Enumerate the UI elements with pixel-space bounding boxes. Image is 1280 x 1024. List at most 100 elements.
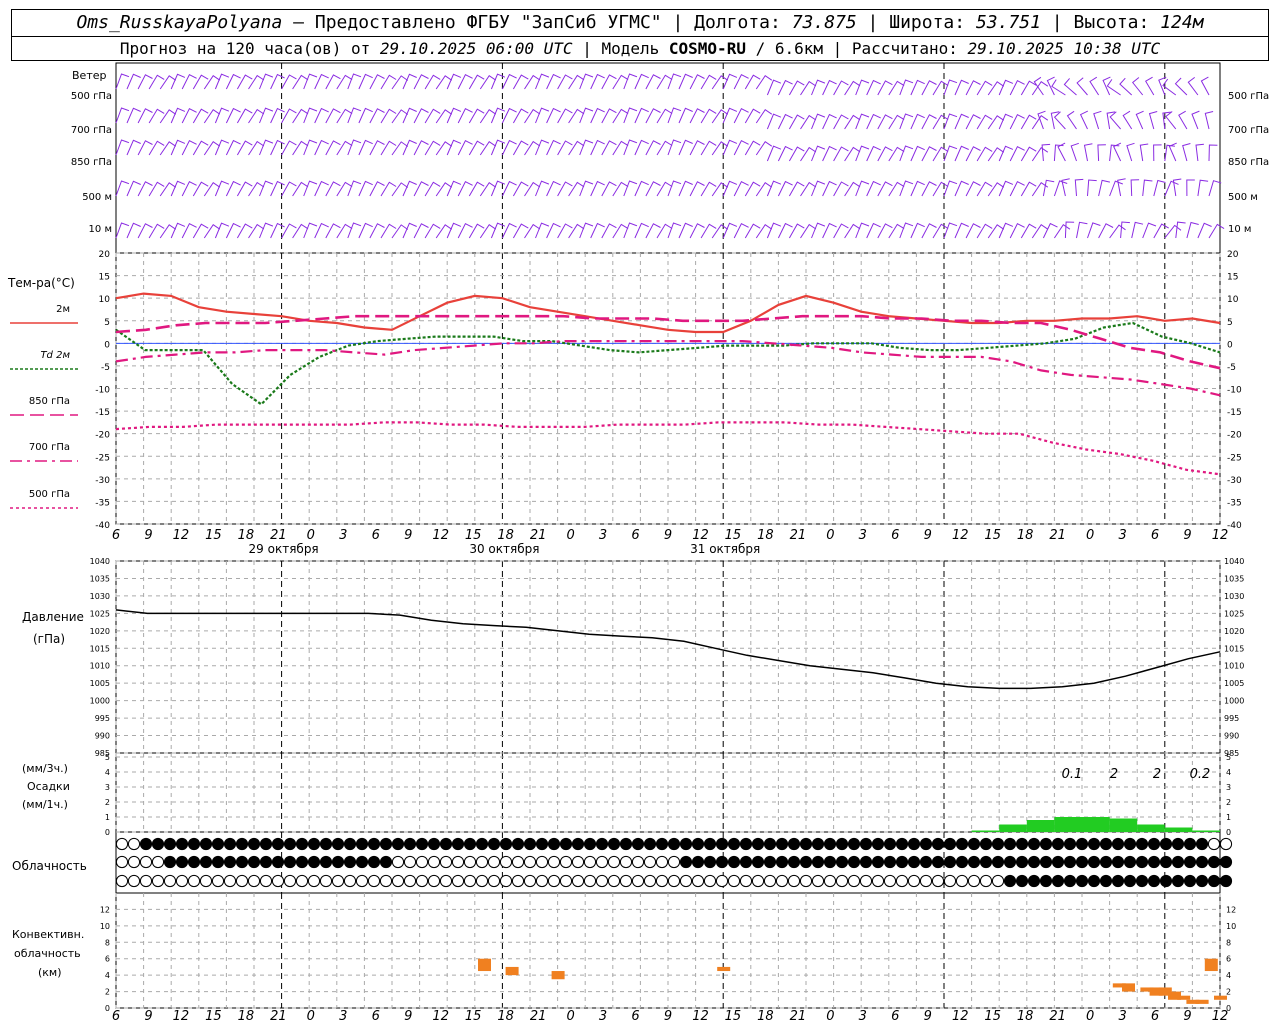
pressure-tick-label: 1015 bbox=[90, 644, 110, 653]
wind-barb bbox=[115, 222, 130, 239]
cloud-symbol bbox=[391, 855, 405, 869]
temp-tick-label-right: -25 bbox=[1227, 453, 1242, 463]
cloud-symbol bbox=[211, 874, 225, 888]
cloud-symbol bbox=[487, 874, 501, 888]
wind-barb bbox=[1135, 110, 1144, 130]
cloud-symbol bbox=[787, 855, 801, 869]
wind-barb bbox=[203, 182, 221, 197]
temp-tick-label-right: 20 bbox=[1227, 250, 1239, 260]
cloud-symbol bbox=[283, 855, 297, 869]
precip-tick-label-right: 5 bbox=[1226, 753, 1231, 762]
wind-barb bbox=[1102, 76, 1111, 96]
wind-barb bbox=[402, 180, 417, 197]
cloud-symbol bbox=[187, 855, 201, 869]
wind-barb bbox=[1165, 111, 1177, 130]
precip-tick-label: 4 bbox=[105, 768, 110, 777]
cloud-symbol bbox=[571, 837, 585, 851]
cloud-symbol bbox=[331, 855, 345, 869]
cloud-symbol bbox=[823, 837, 837, 851]
pressure-tick-label-right: 1040 bbox=[1224, 557, 1244, 566]
cloud-symbol bbox=[955, 837, 969, 851]
pressure-tick-label: 1025 bbox=[90, 609, 110, 618]
wind-barb bbox=[259, 139, 274, 156]
time-tick-label-bottom: 9 bbox=[1183, 1009, 1191, 1024]
pressure-tick-label: 1035 bbox=[90, 574, 110, 583]
wind-barb bbox=[943, 180, 958, 197]
cloud-symbol bbox=[619, 855, 633, 869]
cloud-symbol bbox=[763, 874, 777, 888]
cloud-symbol bbox=[259, 855, 273, 869]
wind-barb bbox=[579, 139, 594, 156]
pressure-tick-label-right: 1015 bbox=[1224, 644, 1244, 653]
cloud-symbol bbox=[271, 837, 285, 851]
cloud-symbol bbox=[139, 855, 153, 869]
time-tick-label-bottom: 12 bbox=[692, 1009, 709, 1024]
cloud-symbol bbox=[967, 855, 981, 869]
wind-barb bbox=[1037, 110, 1046, 130]
cloud-symbol bbox=[415, 837, 429, 851]
cloud-symbol bbox=[187, 837, 201, 851]
temp-legend-label: 700 гПа bbox=[29, 442, 70, 453]
wind-barb bbox=[1031, 224, 1049, 239]
cloud-symbol bbox=[655, 837, 669, 851]
temp-tick-label-right: -10 bbox=[1227, 386, 1242, 396]
cloud-symbol bbox=[331, 874, 345, 888]
wind-barb bbox=[766, 113, 782, 130]
cloud-symbol bbox=[643, 874, 657, 888]
cloud-symbol bbox=[1039, 874, 1053, 888]
wind-barb bbox=[479, 75, 497, 90]
cloud-symbol bbox=[415, 874, 429, 888]
cloud-symbol bbox=[1027, 837, 1041, 851]
time-tick-label: 12 bbox=[1212, 528, 1229, 543]
cloud-symbol bbox=[607, 855, 621, 869]
cloud-symbol bbox=[1135, 874, 1149, 888]
cloud-symbol bbox=[1087, 855, 1101, 869]
wind-barb bbox=[1197, 222, 1212, 239]
wind-barb bbox=[1119, 77, 1133, 96]
cloud-symbol bbox=[871, 874, 885, 888]
cloud-symbol bbox=[1171, 837, 1185, 851]
cloud-symbol bbox=[1075, 837, 1089, 851]
cloud-symbol bbox=[463, 837, 477, 851]
wind-barb bbox=[987, 224, 1005, 239]
cloud-symbol bbox=[991, 855, 1005, 869]
temp-tick-label-right: -15 bbox=[1227, 408, 1242, 418]
cloud-symbol bbox=[703, 874, 717, 888]
pressure-tick-label-right: 1005 bbox=[1224, 679, 1244, 688]
wind-barb bbox=[435, 141, 453, 156]
cloud-symbol bbox=[151, 837, 165, 851]
temp-tick-label-right: 5 bbox=[1227, 318, 1233, 328]
wind-barb bbox=[899, 180, 914, 197]
precip-total-label: 2 bbox=[1110, 767, 1118, 782]
wind-barb bbox=[579, 107, 594, 124]
cloud-symbol bbox=[775, 855, 789, 869]
wind-barb bbox=[987, 182, 1005, 197]
wind-barb bbox=[1106, 79, 1121, 96]
wind-barb bbox=[259, 73, 274, 90]
conv-tick-label-right: 6 bbox=[1226, 955, 1231, 964]
time-tick-label: 0 bbox=[307, 528, 315, 543]
cloud-symbol bbox=[1027, 874, 1041, 888]
cloud-symbol bbox=[619, 874, 633, 888]
wind-barb bbox=[259, 222, 274, 239]
temp-legend-label: 500 гПа bbox=[29, 489, 70, 500]
time-tick-label: 3 bbox=[859, 528, 867, 543]
wind-barb bbox=[1089, 76, 1100, 96]
cloud-symbol bbox=[463, 874, 477, 888]
cloud-symbol bbox=[955, 855, 969, 869]
wind-barb bbox=[987, 147, 1005, 162]
cloud-symbol bbox=[559, 855, 573, 869]
wind-barb bbox=[766, 222, 782, 239]
wind-barb bbox=[1191, 110, 1200, 130]
cloud-symbol bbox=[1087, 837, 1101, 851]
wind-barb bbox=[811, 113, 826, 130]
cloud-symbol bbox=[703, 837, 717, 851]
pressure-unit: (гПа) bbox=[33, 632, 65, 646]
wind-barb bbox=[248, 223, 265, 239]
precip-tick-label-right: 4 bbox=[1226, 768, 1231, 777]
cloud-symbol bbox=[595, 874, 609, 888]
cloud-symbol bbox=[703, 855, 717, 869]
cloud-symbol bbox=[463, 855, 477, 869]
cloud-symbol bbox=[847, 874, 861, 888]
wind-barb bbox=[1148, 111, 1158, 130]
